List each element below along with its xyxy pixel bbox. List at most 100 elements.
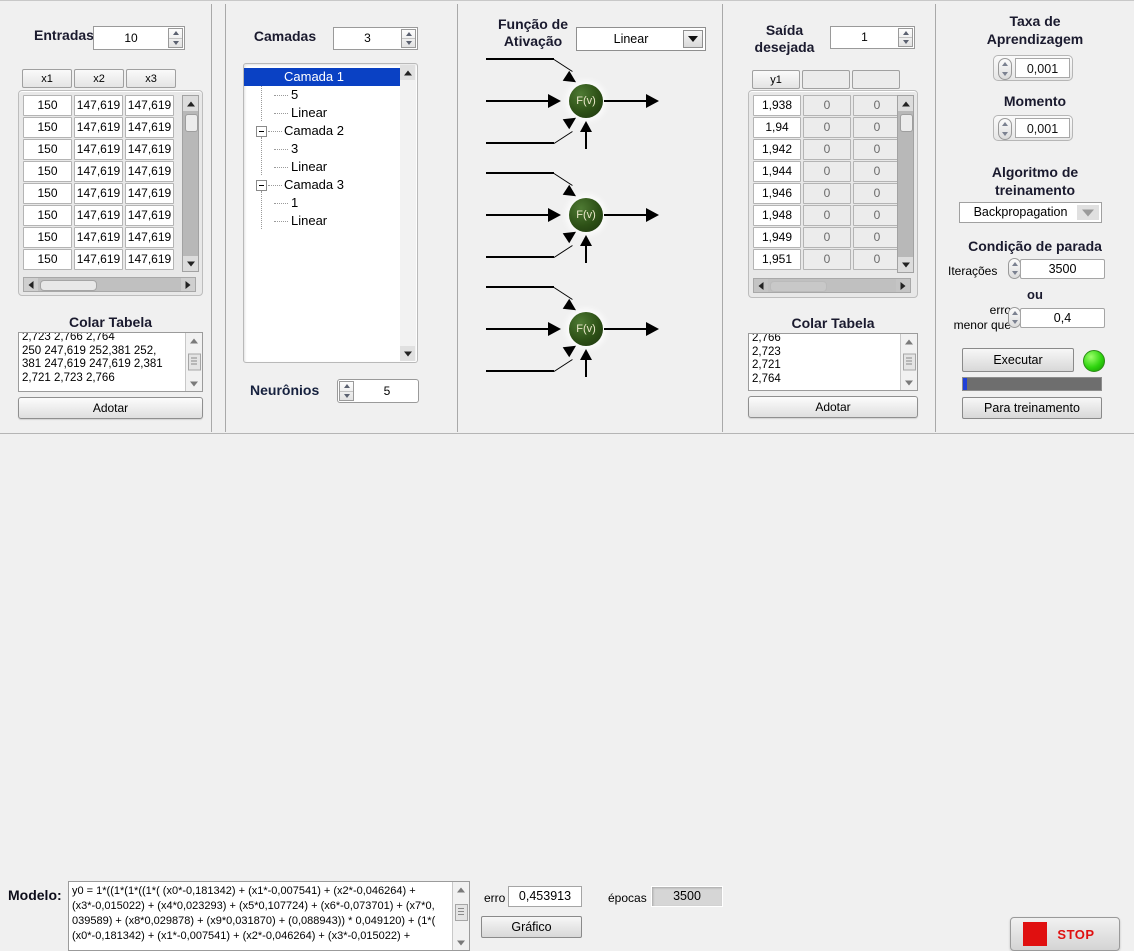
inputs-paste-scrollbar[interactable] bbox=[185, 333, 202, 391]
table-row[interactable]: 1,942 0 0 bbox=[753, 139, 903, 160]
table-cell[interactable]: 0 bbox=[803, 205, 851, 226]
table-row[interactable]: 150 147,619 147,619 bbox=[23, 249, 178, 270]
execute-button[interactable]: Executar bbox=[962, 348, 1074, 372]
model-formula-textarea[interactable]: y0 = 1*((1*(1*((1*( (x0*-0,181342) + (x1… bbox=[68, 881, 470, 951]
table-row[interactable]: 1,948 0 0 bbox=[753, 205, 903, 226]
table-cell[interactable]: 0 bbox=[803, 139, 851, 160]
table-cell[interactable]: 147,619 bbox=[125, 117, 174, 138]
scroll-up-icon[interactable] bbox=[186, 334, 201, 347]
table-cell[interactable]: 0 bbox=[853, 227, 901, 248]
error-threshold-value[interactable]: 0,4 bbox=[1020, 308, 1105, 328]
output-col-header[interactable]: y1 bbox=[752, 70, 800, 89]
inputs-table[interactable]: 150 147,619 147,619 150 147,619 147,619 150 147… bbox=[23, 95, 178, 272]
table-cell[interactable]: 1,94 bbox=[753, 117, 801, 138]
tree-expand-collapse-icon[interactable] bbox=[256, 180, 267, 191]
table-cell[interactable]: 0 bbox=[803, 161, 851, 182]
tree-node-layer[interactable]: Camada 2 bbox=[284, 122, 344, 140]
table-cell[interactable]: 147,619 bbox=[74, 95, 123, 116]
table-cell[interactable]: 150 bbox=[23, 161, 72, 182]
scroll-down-icon[interactable] bbox=[186, 377, 201, 390]
inputs-table-horizontal-scrollbar[interactable] bbox=[23, 277, 196, 292]
table-cell[interactable]: 1,948 bbox=[753, 205, 801, 226]
scrollbar-thumb[interactable] bbox=[903, 353, 916, 371]
table-cell[interactable]: 0 bbox=[853, 95, 901, 116]
scroll-up-icon[interactable] bbox=[400, 65, 415, 80]
scroll-down-icon[interactable] bbox=[453, 936, 468, 949]
scroll-up-icon[interactable] bbox=[453, 883, 468, 896]
scrollbar-thumb[interactable] bbox=[188, 353, 201, 371]
table-cell[interactable]: 0 bbox=[803, 117, 851, 138]
learning-rate-spinner[interactable] bbox=[998, 58, 1012, 80]
tree-node-layer[interactable]: Camada 3 bbox=[284, 176, 344, 194]
table-row[interactable]: 150 147,619 147,619 bbox=[23, 139, 178, 160]
scroll-left-icon[interactable] bbox=[24, 278, 38, 291]
output-adopt-button[interactable]: Adotar bbox=[748, 396, 918, 418]
table-cell[interactable]: 147,619 bbox=[125, 139, 174, 160]
training-algorithm-dropdown[interactable]: Backpropagation bbox=[959, 202, 1102, 223]
table-row[interactable]: 1,951 0 0 bbox=[753, 249, 903, 270]
table-cell[interactable]: 147,619 bbox=[74, 117, 123, 138]
activation-function-dropdown[interactable]: Linear bbox=[576, 27, 706, 51]
output-paste-textarea[interactable]: 2,766 2,723 2,721 2,764 bbox=[748, 333, 918, 391]
table-cell[interactable]: 150 bbox=[23, 249, 72, 270]
scroll-down-icon[interactable] bbox=[400, 346, 415, 361]
scroll-up-icon[interactable] bbox=[183, 96, 198, 111]
scroll-down-icon[interactable] bbox=[183, 256, 198, 271]
layers-count-control[interactable]: 3 bbox=[333, 27, 418, 50]
inputs-paste-textarea[interactable]: 2,723 2,766 2,764 250 247,619 252,381 25… bbox=[18, 332, 203, 392]
momentum-control[interactable]: 0,001 bbox=[993, 115, 1073, 141]
table-cell[interactable]: 1,942 bbox=[753, 139, 801, 160]
table-row[interactable]: 150 147,619 147,619 bbox=[23, 183, 178, 204]
table-cell[interactable]: 147,619 bbox=[74, 205, 123, 226]
inputs-col-header[interactable]: x2 bbox=[74, 69, 124, 88]
table-cell[interactable]: 0 bbox=[853, 117, 901, 138]
scrollbar-thumb[interactable] bbox=[40, 280, 97, 291]
table-row[interactable]: 150 147,619 147,619 bbox=[23, 95, 178, 116]
tree-node-activation[interactable]: Linear bbox=[291, 212, 327, 230]
output-count-spinner[interactable] bbox=[898, 28, 913, 47]
table-cell[interactable]: 147,619 bbox=[125, 95, 174, 116]
scroll-right-icon[interactable] bbox=[181, 278, 195, 291]
layers-count-spinner[interactable] bbox=[401, 29, 416, 48]
table-cell[interactable]: 0 bbox=[853, 183, 901, 204]
table-row[interactable]: 1,938 0 0 bbox=[753, 95, 903, 116]
table-cell[interactable]: 147,619 bbox=[74, 249, 123, 270]
table-row[interactable]: 1,946 0 0 bbox=[753, 183, 903, 204]
stop-training-button[interactable]: Para treinamento bbox=[962, 397, 1102, 419]
learning-rate-control[interactable]: 0,001 bbox=[993, 55, 1073, 81]
table-cell[interactable]: 0 bbox=[853, 205, 901, 226]
table-row[interactable]: 150 147,619 147,619 bbox=[23, 117, 178, 138]
tree-node-activation[interactable]: Linear bbox=[291, 158, 327, 176]
scroll-right-icon[interactable] bbox=[896, 279, 910, 292]
stop-button[interactable]: STOP bbox=[1010, 917, 1120, 951]
table-cell[interactable]: 0 bbox=[853, 161, 901, 182]
table-cell[interactable]: 147,619 bbox=[125, 183, 174, 204]
table-row[interactable]: 1,94 0 0 bbox=[753, 117, 903, 138]
inputs-col-header[interactable]: x1 bbox=[22, 69, 72, 88]
table-cell[interactable]: 150 bbox=[23, 205, 72, 226]
scrollbar-thumb[interactable] bbox=[770, 281, 827, 292]
table-cell[interactable]: 0 bbox=[803, 227, 851, 248]
tree-expand-collapse-icon[interactable] bbox=[256, 126, 267, 137]
table-cell[interactable]: 150 bbox=[23, 227, 72, 248]
table-cell[interactable]: 1,944 bbox=[753, 161, 801, 182]
table-cell[interactable]: 1,946 bbox=[753, 183, 801, 204]
momentum-spinner[interactable] bbox=[998, 118, 1012, 140]
output-table-horizontal-scrollbar[interactable] bbox=[753, 278, 911, 293]
tree-node-neuron-count[interactable]: 5 bbox=[291, 86, 298, 104]
table-cell[interactable]: 0 bbox=[803, 249, 851, 270]
table-row[interactable]: 150 147,619 147,619 bbox=[23, 227, 178, 248]
table-cell[interactable]: 1,949 bbox=[753, 227, 801, 248]
graph-button[interactable]: Gráfico bbox=[481, 916, 582, 938]
tree-node-layer[interactable]: Camada 1 bbox=[244, 68, 400, 86]
table-cell[interactable]: 147,619 bbox=[74, 139, 123, 160]
output-col-header[interactable] bbox=[802, 70, 850, 89]
table-cell[interactable]: 0 bbox=[853, 139, 901, 160]
scrollbar-thumb[interactable] bbox=[455, 904, 468, 921]
iterations-value[interactable]: 3500 bbox=[1020, 259, 1105, 279]
output-table[interactable]: 1,938 0 0 1,94 0 0 1,942 0 0 1,944 0 0 1,946 0 0 1,948 0… bbox=[753, 95, 903, 273]
tree-node-neuron-count[interactable]: 3 bbox=[291, 140, 298, 158]
output-col-header[interactable] bbox=[852, 70, 900, 89]
table-cell[interactable]: 1,938 bbox=[753, 95, 801, 116]
scrollbar-thumb[interactable] bbox=[185, 114, 198, 132]
